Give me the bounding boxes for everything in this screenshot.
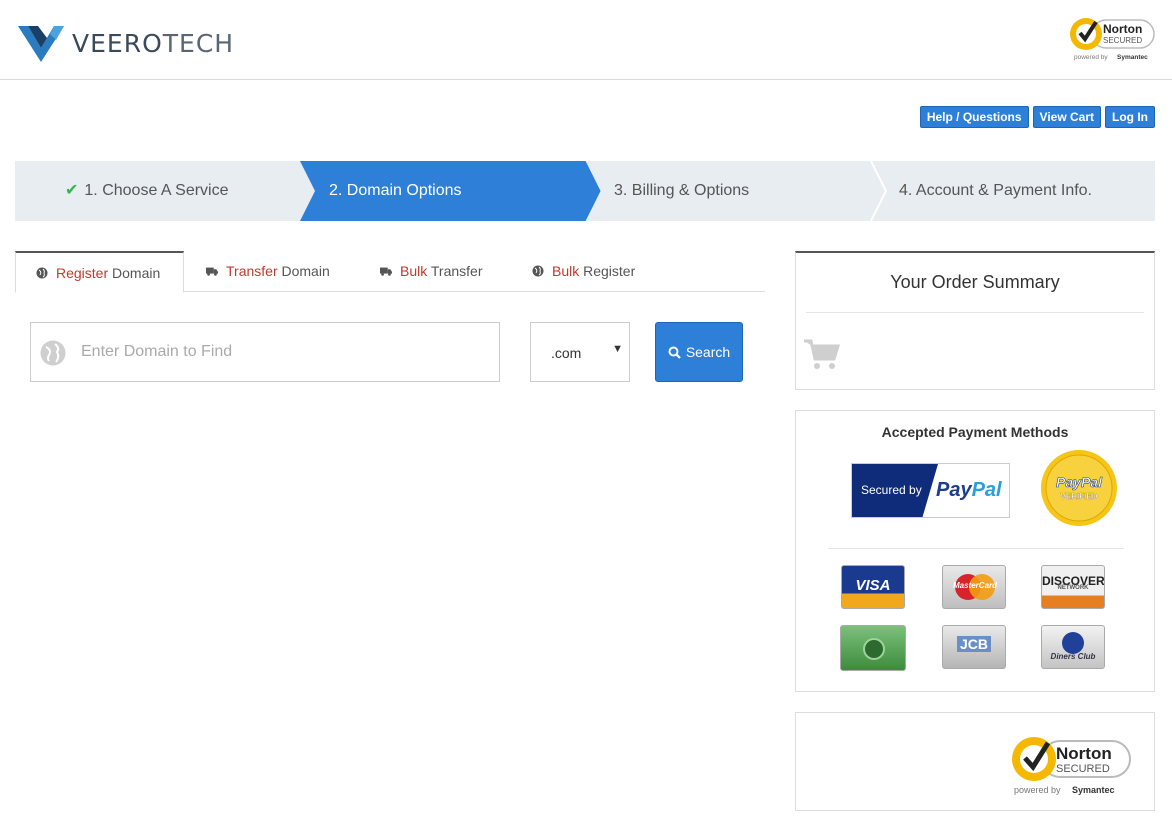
log-in-button[interactable]: Log In xyxy=(1105,106,1155,128)
step-billing-options[interactable]: 3. Billing & Options xyxy=(614,161,749,221)
amex-card-icon xyxy=(840,625,906,671)
svg-text:VERIFIED: VERIFIED xyxy=(1061,492,1098,501)
veerotech-v-icon xyxy=(18,26,64,62)
divider xyxy=(806,312,1144,313)
domain-input[interactable] xyxy=(81,323,491,381)
domain-tabs: Register Domain Transfer Domain Bulk Tra… xyxy=(15,251,765,293)
help-questions-button[interactable]: Help / Questions xyxy=(919,106,1029,128)
step-account-payment[interactable]: 4. Account & Payment Info. xyxy=(899,161,1092,221)
norton-panel: Norton SECURED powered by Symantec xyxy=(795,712,1155,811)
veerotech-logo[interactable]: VEEROTECH xyxy=(16,22,234,64)
order-summary-panel: Your Order Summary xyxy=(795,251,1155,390)
svg-text:SECURED: SECURED xyxy=(1103,36,1142,45)
cart-icon xyxy=(804,339,840,369)
domain-search-field[interactable] xyxy=(30,322,500,382)
diners-club-card-icon: Diners Club xyxy=(1041,625,1105,669)
svg-text:powered by: powered by xyxy=(1074,54,1108,61)
step-separator xyxy=(870,161,888,221)
paypal-verified-seal: PayPal VERIFIED xyxy=(1041,450,1117,526)
checkmark-icon: ✔ xyxy=(65,182,79,199)
tab-bulk-register[interactable]: Bulk Register xyxy=(532,251,635,292)
payment-methods-title: Accepted Payment Methods xyxy=(881,424,1069,440)
discover-card-icon: DISCOVER NETWORK xyxy=(1041,565,1105,609)
globe-icon xyxy=(36,267,48,279)
step-choose-service[interactable]: ✔ 1. Choose A Service xyxy=(65,161,229,221)
order-summary-title: Your Order Summary xyxy=(890,272,1060,292)
mastercard-icon: MasterCard xyxy=(942,565,1006,609)
tab-register-domain[interactable]: Register Domain xyxy=(15,251,184,293)
payment-methods-panel: Accepted Payment Methods Secured by PayP… xyxy=(795,410,1155,692)
svg-text:Norton: Norton xyxy=(1103,22,1142,36)
globe-icon xyxy=(40,340,66,366)
caret-down-icon: ▼ xyxy=(612,343,623,355)
step-domain-options[interactable]: 2. Domain Options xyxy=(329,161,462,221)
svg-text:PayPal: PayPal xyxy=(1056,474,1103,490)
norton-secured-badge: Norton SECURED powered by Symantec xyxy=(1070,18,1155,61)
svg-text:Norton: Norton xyxy=(1056,744,1112,763)
view-cart-button[interactable]: View Cart xyxy=(1032,106,1101,128)
site-header: VEEROTECH Norton SECURED powered by Syma… xyxy=(0,0,1172,80)
jcb-card-icon: JCB xyxy=(942,625,1006,669)
brand-name: VEEROTECH xyxy=(72,28,235,58)
tld-value: .com xyxy=(551,345,582,361)
truck-icon xyxy=(380,267,392,276)
search-button[interactable]: Search xyxy=(655,322,743,382)
top-actions: Help / Questions View Cart Log In xyxy=(919,106,1155,128)
visa-card-icon: VISA xyxy=(841,565,905,609)
tld-select[interactable]: .com ▼ xyxy=(530,322,630,382)
svg-text:Symantec: Symantec xyxy=(1072,785,1115,795)
svg-text:powered by: powered by xyxy=(1014,785,1061,795)
search-icon xyxy=(668,346,681,359)
secured-by-paypal-badge: Secured by PayPal xyxy=(851,463,1010,518)
norton-secured-badge: Norton SECURED powered by Symantec xyxy=(1012,737,1131,795)
globe-icon xyxy=(532,265,544,277)
truck-icon xyxy=(206,267,218,276)
checkout-steps: ✔ 1. Choose A Service 2. Domain Options 3… xyxy=(15,161,1155,221)
step-separator xyxy=(585,161,601,221)
tab-transfer-domain[interactable]: Transfer Domain xyxy=(206,251,330,292)
svg-text:Symantec: Symantec xyxy=(1117,54,1148,61)
tab-bulk-transfer[interactable]: Bulk Transfer xyxy=(380,251,482,292)
svg-text:SECURED: SECURED xyxy=(1056,763,1110,775)
divider xyxy=(828,548,1124,549)
